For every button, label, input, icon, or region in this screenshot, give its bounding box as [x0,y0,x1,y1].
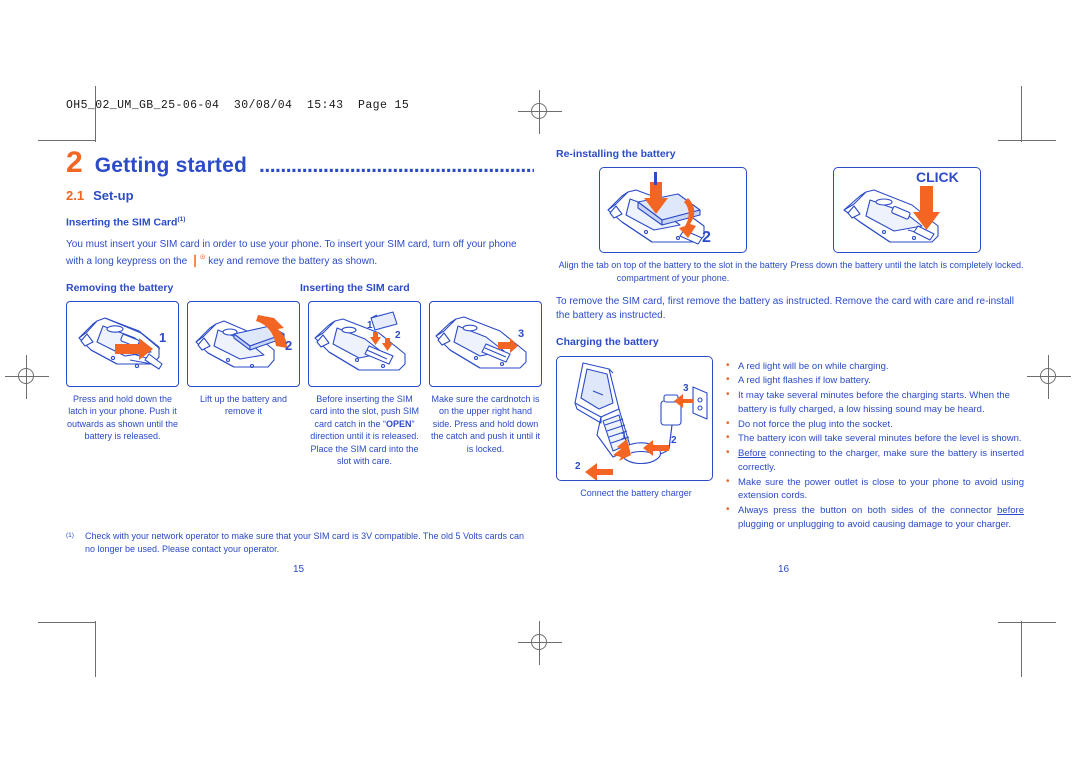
svg-text:3: 3 [683,383,689,394]
figure-caption: Align the tab on top of the battery to t… [558,260,788,283]
print-job-header: OH5_02_UM_GB_25-06-04 30/08/04 15:43 Pag… [66,99,410,112]
phone-illustration-sim-lock: 3 [435,316,527,369]
phone-illustration-battery-align: 2 [607,172,711,246]
page-number-left: 15 [293,564,305,575]
figure-box: 1 [66,300,179,387]
charging-section: 1 2 2 3 Connect the battery charger A re… [556,355,1024,533]
phone-illustration-battery-lift: 2 [195,314,292,368]
figure-box: CLICK [833,167,981,253]
crop-mark-top-right-vertical [1021,86,1022,142]
right-page: Re-installing the battery 2 Align the ta… [556,148,1024,533]
figure-column-headings: Removing the battery Inserting the SIM c… [66,282,534,294]
sub-heading-label: Inserting the SIM Card [66,216,178,229]
figure-caption: Press down the battery until the latch i… [790,260,1024,270]
crop-mark-bottom-left-horizontal [38,622,96,623]
svg-text:2: 2 [575,461,581,472]
figure-caption: Press and hold down the latch in your ph… [66,393,179,442]
phone-illustration-latch-push: 1 [78,317,166,370]
svg-text:2: 2 [395,330,401,341]
figure-reinstall-battery-align: 2 Align the tab on top of the battery to… [556,167,790,284]
phone-illustration-battery-click: CLICK [843,169,959,243]
list-item: A red light will be on while charging. [724,359,1024,374]
figure-caption: Connect the battery charger [580,487,692,498]
figure-insert-sim-step-1-2: 1 2 Before inserting the SIM card into t… [308,300,421,467]
registration-mark-right-center [1027,355,1071,399]
figure-row: 1 Press and hold down the latch in your … [66,300,542,467]
list-item: It may take several minutes before the c… [724,388,1024,417]
crop-mark-top-left-horizontal [38,140,96,141]
phone-illustration-sim-insert: 1 2 [314,311,406,371]
svg-text:1: 1 [159,330,166,345]
sub-heading-inserting-sim: Inserting the SIM Card(1) [66,216,534,229]
intro-paragraph: You must insert your SIM card in order t… [66,238,534,269]
crop-mark-bottom-right-vertical [1021,621,1022,677]
list-item-rest: connecting to the charger, make sure the… [738,448,1024,473]
left-page: 2 Getting started ......................… [66,148,542,556]
registration-mark-top-center [518,90,562,134]
crop-mark-bottom-right-horizontal [998,622,1056,623]
charging-tips-list: A red light will be on while charging. A… [724,356,1024,533]
column-heading-removing-battery: Removing the battery [66,281,174,294]
footnote-marker: (1) [66,532,74,540]
registration-mark-bottom-center [518,621,562,665]
registration-mark-left-center [5,355,49,399]
figure-connect-battery-charger: 1 2 2 3 Connect the battery charger [556,355,716,533]
sub-heading-charging-battery: Charging the battery [556,335,659,348]
list-item: A red light flashes if low battery. [724,373,1024,388]
figure-insert-sim-step-3: 3 Make sure the cardnotch is on the uppe… [429,300,542,467]
svg-text:1: 1 [367,320,373,331]
page-footnote: (1) Check with your network operator to … [66,530,534,556]
emphasis-before: Before [738,448,766,460]
click-label: CLICK [916,169,959,185]
section-heading: 2.1 Set-up [66,188,534,203]
emphasis-before: before [997,505,1024,517]
svg-text:1: 1 [621,431,627,442]
figure-reinstall-battery-click: CLICK Press down the battery until the l… [790,167,1024,284]
chapter-dot-leader: ........................................… [259,154,534,177]
list-item-before-charger: Before connecting to the charger, make s… [724,446,1024,475]
figure-box: 1 2 2 3 [556,355,713,481]
column-heading-inserting-sim: Inserting the SIM card [300,281,410,294]
chapter-number: 2 [66,146,83,179]
figure-box: 3 [429,300,542,387]
crop-mark-top-right-horizontal [998,140,1056,141]
figure-remove-battery-step-2: 2 Lift up the battery and remove it [187,300,300,467]
figure-caption: Lift up the battery and remove it [199,393,288,417]
crop-mark-top-left-vertical [95,86,96,142]
svg-text:2: 2 [671,435,677,446]
figure-caption: Before inserting the SIM card into the s… [308,393,421,467]
list-item-tail: plugging or unplugging to avoid causing … [738,518,1012,530]
section-title: Set-up [93,188,134,203]
caption-open-word: OPEN [386,418,412,429]
figure-remove-battery-step-1: 1 Press and hold down the latch in your … [66,300,179,467]
figure-box: 1 2 [308,300,421,387]
sub-heading-reinstalling-battery: Re-installing the battery [556,148,676,160]
remove-sim-paragraph: To remove the SIM card, first remove the… [556,296,1014,322]
chapter-title: Getting started [94,154,248,177]
svg-text:2: 2 [702,229,711,246]
figure-box: 2 [187,300,300,387]
footnote-text: Check with your network operator to make… [84,531,524,555]
power-key-icon: ❘☉ [189,252,206,267]
page-number-right: 16 [778,564,790,575]
footnote-reference: (1) [177,216,186,223]
svg-text:2: 2 [285,338,292,353]
phone-illustration-charger: 1 2 2 3 [574,362,708,480]
bullet-list: A red light will be on while charging. A… [724,359,1024,532]
list-item: Make sure the power outlet is close to y… [724,475,1024,504]
list-item: Do not force the plug into the socket. [724,417,1024,432]
list-item-connector: Always press the button on both sides of… [724,503,1024,532]
crop-mark-bottom-left-vertical [95,621,96,677]
list-item-lead: Always press the button on both sides of… [738,505,998,517]
figure-box: 2 [599,167,747,253]
section-number: 2.1 [66,188,85,203]
figure-caption: Make sure the cardnotch is on the upper … [430,393,541,454]
manual-spread: OH5_02_UM_GB_25-06-04 30/08/04 15:43 Pag… [0,0,1080,763]
intro-text-after-icon: key and remove the battery as shown. [205,255,378,267]
chapter-heading: 2 Getting started ......................… [66,148,534,178]
list-item: The battery icon will take several minut… [724,431,1024,446]
reinstall-figure-row: 2 Align the tab on top of the battery to… [556,167,1024,284]
svg-text:3: 3 [518,328,524,340]
